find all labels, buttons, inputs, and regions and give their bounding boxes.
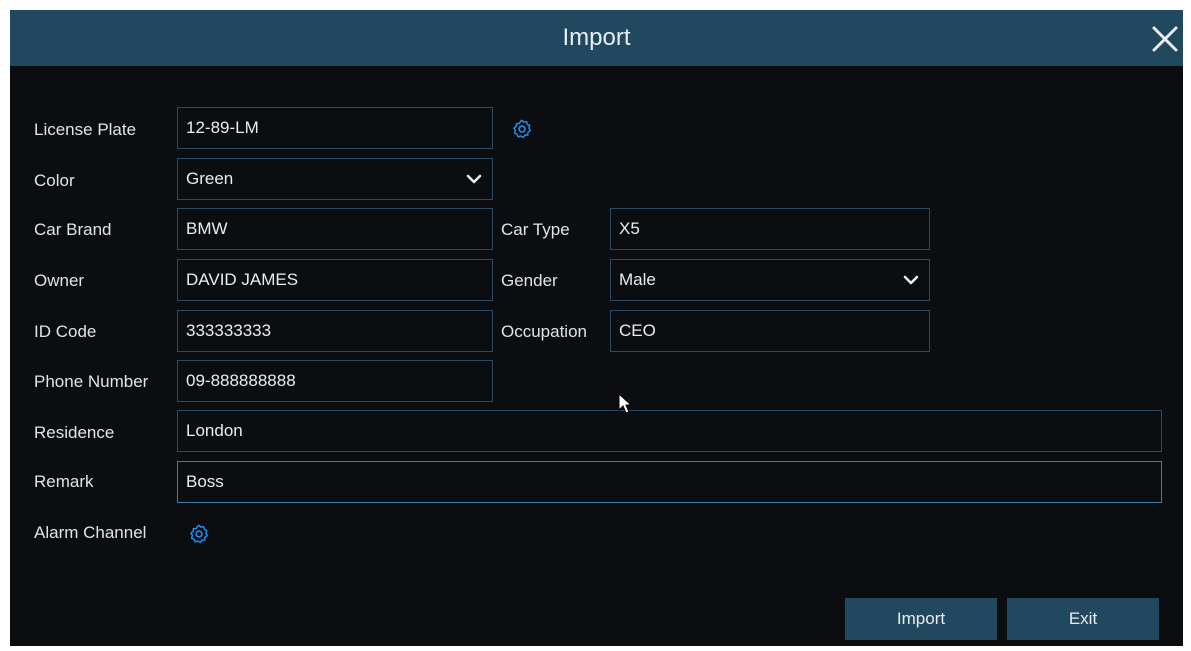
- occupation-label: Occupation: [501, 322, 587, 341]
- alarm-channel-settings-gear-icon[interactable]: [188, 523, 210, 545]
- license-plate-label: License Plate: [34, 120, 137, 139]
- residence-label: Residence: [34, 423, 115, 442]
- alarm-channel-label: Alarm Channel: [34, 523, 147, 542]
- dialog-title: Import: [562, 24, 631, 51]
- phone-number-input[interactable]: [177, 360, 493, 402]
- gender-select-value: Male: [619, 270, 656, 289]
- color-label: Color: [34, 171, 75, 190]
- occupation-input[interactable]: [610, 310, 930, 352]
- import-dialog: Import License Plate Color Green Car Bra…: [10, 10, 1183, 646]
- license-plate-settings-gear-icon[interactable]: [511, 118, 533, 140]
- car-brand-input[interactable]: [177, 208, 493, 250]
- car-type-label: Car Type: [501, 220, 570, 239]
- car-brand-label: Car Brand: [34, 220, 112, 239]
- owner-label: Owner: [34, 271, 85, 290]
- owner-input[interactable]: [177, 259, 493, 301]
- phone-number-label: Phone Number: [34, 372, 149, 391]
- color-select-value: Green: [186, 169, 234, 188]
- chevron-down-icon: [903, 275, 919, 285]
- import-button[interactable]: Import: [845, 598, 997, 640]
- gender-select[interactable]: Male: [610, 259, 930, 301]
- car-type-input[interactable]: [610, 208, 930, 250]
- id-code-label: ID Code: [34, 322, 97, 341]
- mouse-pointer-icon: [618, 393, 633, 414]
- id-code-input[interactable]: [177, 310, 493, 352]
- chevron-down-icon: [466, 174, 482, 184]
- color-select[interactable]: Green: [177, 158, 493, 200]
- exit-button[interactable]: Exit: [1007, 598, 1159, 640]
- residence-input[interactable]: [177, 410, 1162, 452]
- remark-input[interactable]: [177, 461, 1162, 503]
- title-bar: Import: [10, 10, 1183, 66]
- gender-label: Gender: [501, 271, 558, 290]
- license-plate-input[interactable]: [177, 107, 493, 149]
- close-icon[interactable]: [1148, 22, 1182, 56]
- remark-label: Remark: [34, 472, 94, 491]
